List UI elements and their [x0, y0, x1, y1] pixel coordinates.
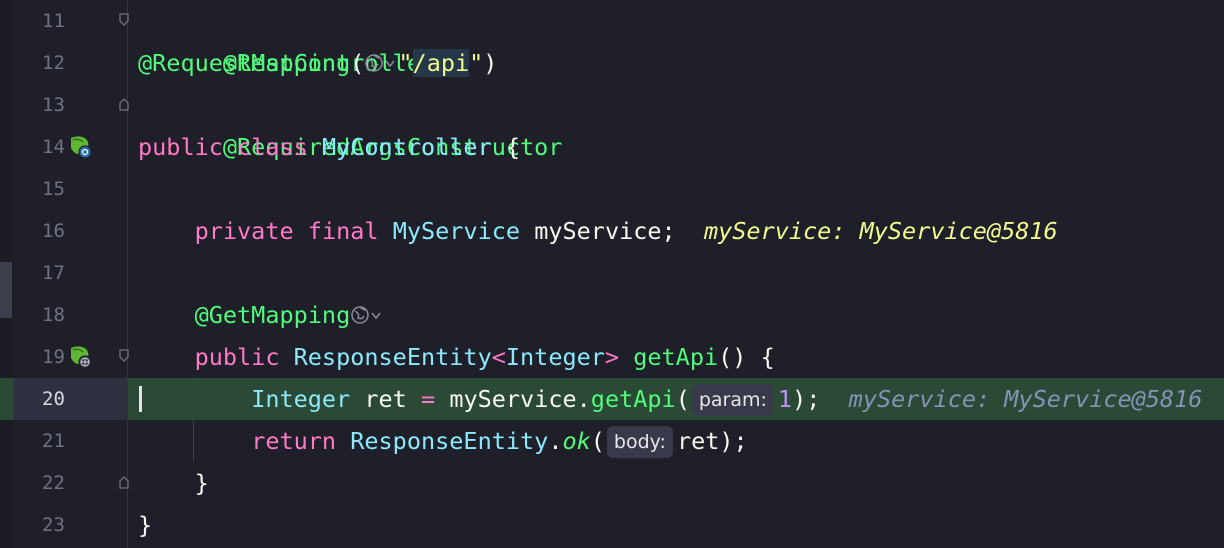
method-name: ok	[562, 427, 591, 455]
string-literal: /api	[412, 49, 470, 77]
code-line[interactable]: 15	[0, 168, 1224, 210]
keyword: class	[237, 133, 308, 161]
fold-marker-icon[interactable]	[119, 13, 129, 27]
brace: }	[194, 469, 209, 497]
code-line[interactable]: 22 }	[0, 462, 1224, 504]
brace: {	[505, 133, 521, 161]
line-number: 12	[42, 52, 65, 74]
method-name: getApi	[590, 385, 676, 413]
brace: }	[138, 511, 153, 539]
code-line-current[interactable]: 20 Integer ret = myService.getApi(param:…	[0, 378, 1224, 420]
line-number: 16	[42, 220, 65, 242]
keyword: final	[307, 217, 379, 245]
fold-marker-icon[interactable]	[119, 97, 129, 111]
line-number: 17	[42, 262, 65, 284]
line-number: 14	[42, 136, 65, 158]
keyword: public	[194, 343, 280, 371]
punctuation: );	[792, 385, 821, 413]
type-name: ResponseEntity	[293, 343, 492, 371]
code-line[interactable]: 17	[0, 252, 1224, 294]
variable-name: ret	[364, 385, 407, 413]
code-line[interactable]: 16 private final MyService myService; my…	[0, 210, 1224, 252]
text-caret	[139, 386, 142, 412]
number-literal: 1	[777, 385, 793, 413]
line-number: 21	[42, 430, 65, 452]
indent-guide	[193, 378, 194, 462]
code-line[interactable]: 21 return ResponseEntity.ok(body: ret);	[0, 420, 1224, 462]
generic-bracket: >	[604, 343, 620, 371]
paren: )	[483, 49, 498, 77]
parameter-hint: body:	[606, 426, 673, 458]
line-number: 15	[42, 178, 65, 200]
generic-bracket: <	[491, 343, 506, 371]
keyword: public	[138, 133, 223, 161]
operator: =	[421, 385, 436, 413]
line-number: 13	[42, 94, 65, 116]
keyword: return	[251, 427, 337, 455]
paren: (	[590, 427, 605, 455]
debug-inline-value: myService: MyService@5816	[848, 385, 1203, 413]
paren: (	[350, 49, 365, 77]
class-name: MyController	[321, 133, 492, 161]
field-name: myService;	[534, 217, 676, 245]
line-number: 19	[42, 346, 65, 368]
fold-marker-icon[interactable]	[119, 349, 129, 363]
string-quote: "	[398, 49, 413, 77]
keyword: private	[194, 217, 294, 245]
line-number: 11	[42, 10, 65, 32]
annotation: @GetMapping	[194, 301, 351, 329]
debug-inline-value: myService: MyService@5816	[703, 217, 1058, 245]
code-line[interactable]: 13 @RequiredArgsConstructor	[0, 84, 1224, 161]
paren: (	[675, 385, 690, 413]
type-name: MyService	[392, 217, 521, 245]
spring-bean-icon[interactable]	[67, 134, 93, 160]
code-line[interactable]: 23 }	[0, 504, 1224, 546]
type-name: Integer	[505, 343, 605, 371]
fold-marker-icon[interactable]	[119, 475, 129, 489]
code-editor[interactable]: 11 @RestController 12 @RequestMapping("/…	[0, 0, 1224, 548]
web-endpoint-icon[interactable]	[67, 344, 93, 370]
code-line[interactable]: 19 public ResponseEntity<Integer> getApi…	[0, 336, 1224, 378]
code-line[interactable]: 11 @RestController	[0, 0, 1224, 77]
line-number: 18	[42, 304, 65, 326]
code-line[interactable]: 12 @RequestMapping( "/api")	[0, 42, 1224, 84]
type-name: Integer	[251, 385, 351, 413]
punctuation: () {	[718, 343, 775, 371]
parameter-hint: param:	[691, 384, 774, 416]
punctuation: ret);	[676, 427, 748, 455]
line-number: 22	[42, 472, 65, 494]
type-name: ResponseEntity	[350, 427, 549, 455]
annotation: @RequestMapping	[138, 49, 351, 77]
method-name: getApi	[633, 343, 719, 371]
punctuation: .	[548, 427, 563, 455]
string-quote: "	[469, 49, 484, 77]
object-ref: myService.	[449, 385, 591, 413]
line-number: 20	[42, 388, 65, 410]
line-number: 23	[42, 514, 65, 536]
globe-icon[interactable]	[350, 294, 384, 336]
code-line[interactable]: 14 public class MyController {	[0, 126, 1224, 168]
globe-icon[interactable]	[364, 42, 398, 84]
code-line[interactable]: 18 @GetMapping	[0, 294, 1224, 336]
